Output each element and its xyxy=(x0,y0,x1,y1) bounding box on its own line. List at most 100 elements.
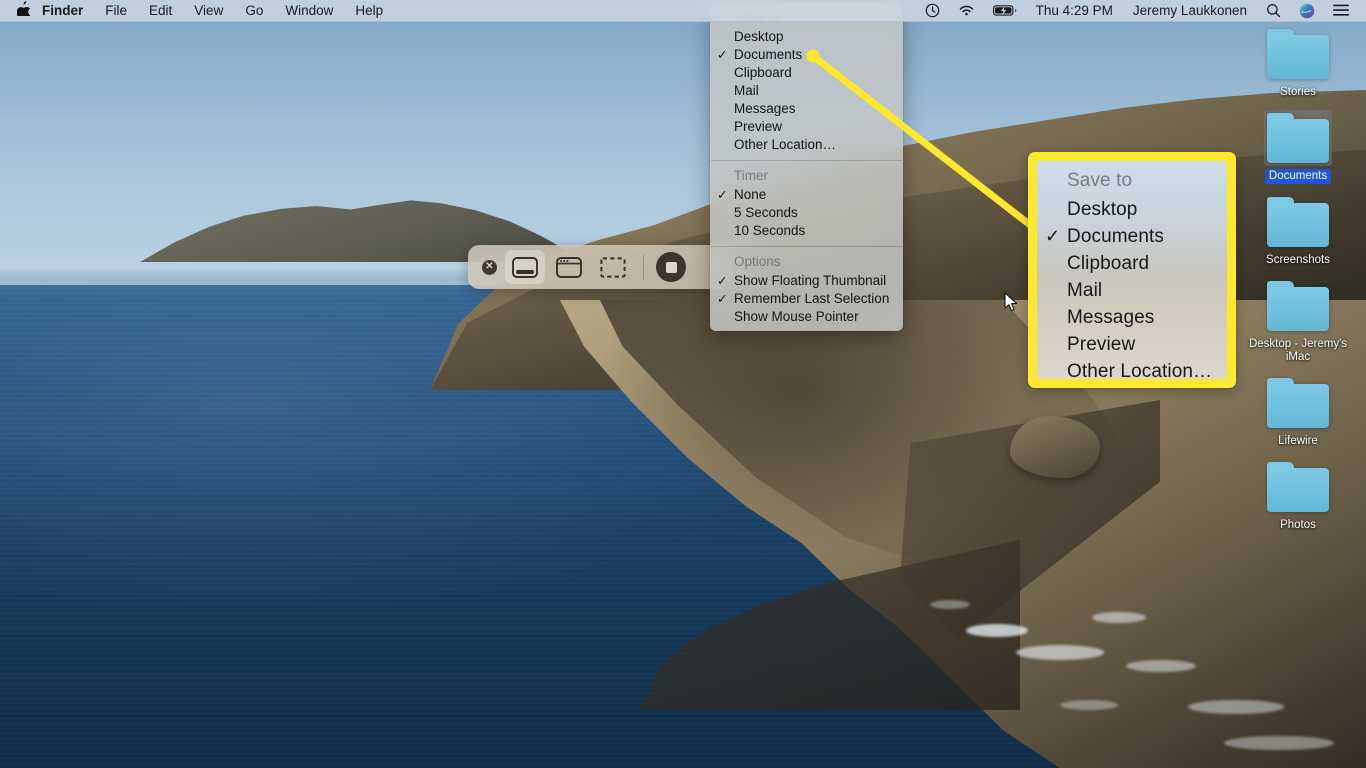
callout-header-save-to: Save to xyxy=(1067,170,1133,191)
menu-item-desktop[interactable]: Desktop xyxy=(710,28,903,46)
menu-item-label: 10 Seconds xyxy=(734,223,806,238)
time-machine-icon[interactable] xyxy=(916,0,949,22)
folder-icon-wrapper xyxy=(1264,375,1332,431)
save-to-zoom-callout: Save to Desktop ✓ Documents Clipboard Ma… xyxy=(1028,152,1236,388)
checkmark-icon: ✓ xyxy=(1045,226,1061,246)
wallpaper-surf-foam xyxy=(1060,700,1118,710)
callout-item-label: Preview xyxy=(1067,334,1136,355)
menu-bar-item-window[interactable]: Window xyxy=(274,0,344,22)
wallpaper-sea-outcrop xyxy=(1010,416,1100,478)
menu-item-label: Desktop xyxy=(734,29,784,44)
menu-item-label: Documents xyxy=(734,47,803,62)
menu-bar-item-edit[interactable]: Edit xyxy=(138,0,183,22)
menu-item-preview[interactable]: Preview xyxy=(710,118,903,136)
folder-icon xyxy=(1267,113,1329,163)
callout-item-documents[interactable]: ✓ Documents xyxy=(1037,223,1227,250)
callout-item-messages[interactable]: Messages xyxy=(1037,304,1227,331)
folder-icon xyxy=(1267,462,1329,512)
desktop-icon-desktop-jeremys-imac[interactable]: Desktop - Jeremy's iMac xyxy=(1236,278,1360,365)
wallpaper-surf-foam xyxy=(1092,612,1146,623)
wallpaper-surf-foam xyxy=(1188,700,1284,714)
desktop-icon-label: Desktop - Jeremy's iMac xyxy=(1248,338,1348,363)
desktop-screen: Finder File Edit View Go Window Help Thu… xyxy=(0,0,1366,768)
menu-item-label: Mail xyxy=(734,83,759,98)
menu-item-clipboard[interactable]: Clipboard xyxy=(710,64,903,82)
menu-bar-item-file[interactable]: File xyxy=(94,0,138,22)
callout-item-mail[interactable]: Mail xyxy=(1037,277,1227,304)
desktop-icon-label: Lifewire xyxy=(1278,435,1318,447)
desktop-icon-label: Stories xyxy=(1280,86,1316,98)
folder-icon-wrapper xyxy=(1264,26,1332,82)
battery-icon[interactable] xyxy=(984,0,1026,22)
menu-item-mail[interactable]: Mail xyxy=(710,82,903,100)
siri-icon[interactable] xyxy=(1290,0,1324,22)
close-icon[interactable]: ✕ xyxy=(482,259,497,275)
callout-item-label: Clipboard xyxy=(1067,253,1150,274)
menu-item-label: 5 Seconds xyxy=(734,205,798,220)
wifi-icon[interactable] xyxy=(949,0,984,22)
menu-bar-item-finder[interactable]: Finder xyxy=(36,0,94,22)
menu-item-timer-10-seconds[interactable]: 10 Seconds xyxy=(710,222,903,240)
callout-item-clipboard[interactable]: Clipboard xyxy=(1037,250,1227,277)
record-selected-portion-button[interactable] xyxy=(656,252,686,282)
menu-item-documents[interactable]: ✓ Documents xyxy=(710,46,903,64)
menu-bar-item-help[interactable]: Help xyxy=(344,0,394,22)
menu-item-show-floating-thumbnail[interactable]: ✓ Show Floating Thumbnail xyxy=(710,272,903,290)
folder-icon-wrapper xyxy=(1264,459,1332,515)
callout-item-preview[interactable]: Preview xyxy=(1037,331,1227,358)
menu-item-timer-none[interactable]: ✓ None xyxy=(710,186,903,204)
menu-bar-status-area: Thu 4:29 PM Jeremy Laukkonen xyxy=(916,0,1366,22)
desktop-icon-screenshots[interactable]: Screenshots xyxy=(1236,194,1360,268)
menu-bar: Finder File Edit View Go Window Help Thu… xyxy=(0,0,1366,22)
folder-icon xyxy=(1267,378,1329,428)
menu-bar-item-view[interactable]: View xyxy=(183,0,234,22)
apple-menu-icon[interactable] xyxy=(10,0,36,21)
callout-item-label: Documents xyxy=(1067,226,1164,247)
callout-item-other-location[interactable]: Other Location… xyxy=(1037,358,1227,379)
callout-item-label: Other Location… xyxy=(1067,361,1213,379)
wallpaper-surf-foam xyxy=(966,624,1028,637)
menu-item-timer-5-seconds[interactable]: 5 Seconds xyxy=(710,204,903,222)
menu-item-label: None xyxy=(734,187,767,202)
mouse-cursor xyxy=(1004,292,1019,319)
folder-icon xyxy=(1267,29,1329,79)
desktop-icon-label: Documents xyxy=(1264,169,1332,184)
desktop-icon-documents[interactable]: Documents xyxy=(1236,110,1360,184)
screenshot-capture-toolbar: ✕ xyxy=(468,245,748,289)
callout-item-desktop[interactable]: Desktop xyxy=(1037,196,1227,223)
checkmark-icon: ✓ xyxy=(717,292,728,306)
menu-bar-user-name[interactable]: Jeremy Laukkonen xyxy=(1123,0,1257,22)
toolbar-divider xyxy=(643,254,644,280)
desktop-icon-stories[interactable]: Stories xyxy=(1236,26,1360,100)
wallpaper-surf-foam xyxy=(1126,660,1196,672)
screenshot-options-menu: Save to Desktop ✓ Documents Clipboard Ma… xyxy=(710,3,903,331)
capture-selected-window-button[interactable] xyxy=(549,250,589,284)
checkmark-icon: ✓ xyxy=(717,48,728,62)
control-center-icon[interactable] xyxy=(1324,0,1358,22)
search-icon[interactable] xyxy=(1257,0,1290,22)
folder-icon xyxy=(1267,281,1329,331)
menu-bar-item-go[interactable]: Go xyxy=(234,0,274,22)
desktop-icon-photos[interactable]: Photos xyxy=(1236,459,1360,533)
desktop-icon-column: Stories Documents Screenshots Desktop - … xyxy=(1236,26,1360,543)
menu-item-label: Other Location… xyxy=(734,137,837,152)
folder-icon-wrapper xyxy=(1264,194,1332,250)
capture-entire-screen-button[interactable] xyxy=(505,250,545,284)
menu-item-other-location[interactable]: Other Location… xyxy=(710,136,903,154)
menu-item-label: Show Mouse Pointer xyxy=(734,309,859,324)
callout-item-label: Mail xyxy=(1067,280,1103,301)
menu-bar-clock[interactable]: Thu 4:29 PM xyxy=(1026,0,1123,22)
desktop-icon-label: Screenshots xyxy=(1266,254,1330,266)
wallpaper-surf-foam xyxy=(930,600,970,609)
menu-item-messages[interactable]: Messages xyxy=(710,100,903,118)
desktop-icon-lifewire[interactable]: Lifewire xyxy=(1236,375,1360,449)
menu-item-label: Messages xyxy=(734,101,796,116)
folder-icon-wrapper xyxy=(1264,110,1332,166)
menu-item-label: Preview xyxy=(734,119,783,134)
menu-item-label: Remember Last Selection xyxy=(734,291,890,306)
desktop-icon-label: Photos xyxy=(1280,519,1316,531)
capture-selected-portion-button[interactable] xyxy=(593,250,633,284)
callout-menu-content: Save to Desktop ✓ Documents Clipboard Ma… xyxy=(1037,161,1227,379)
menu-item-remember-last-selection[interactable]: ✓ Remember Last Selection xyxy=(710,290,903,308)
menu-item-show-mouse-pointer[interactable]: Show Mouse Pointer xyxy=(710,308,903,326)
